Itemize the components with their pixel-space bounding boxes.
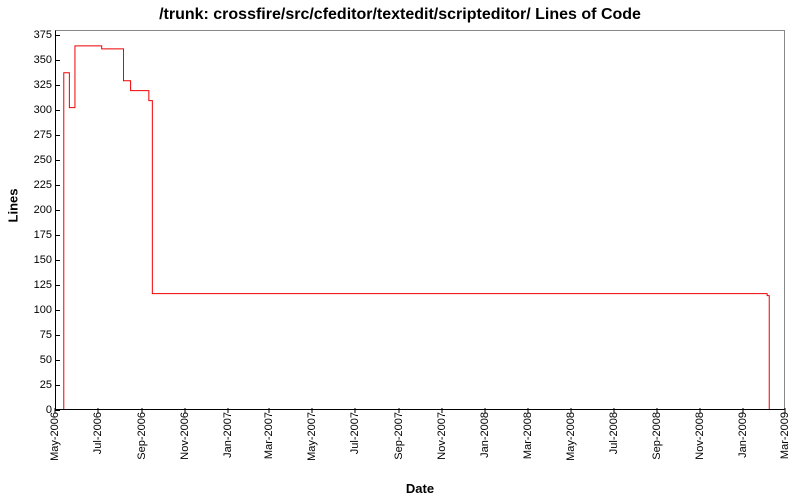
y-tick: 175	[12, 229, 52, 241]
y-tick: 50	[12, 354, 52, 366]
y-tick: 250	[12, 154, 52, 166]
y-tick: 275	[12, 129, 52, 141]
x-tick: Mar-2007	[263, 412, 275, 459]
x-tick: Jul-2008	[608, 412, 620, 454]
y-tick: 200	[12, 204, 52, 216]
x-tick: Sep-2008	[651, 412, 663, 460]
y-tick: 150	[12, 254, 52, 266]
x-tick: Jul-2006	[92, 412, 104, 454]
y-tick: 0	[12, 404, 52, 416]
data-line	[56, 31, 784, 409]
x-tick: Jan-2007	[222, 412, 234, 458]
x-tick: Sep-2007	[393, 412, 405, 460]
x-tick: Nov-2008	[694, 412, 706, 460]
x-tick: May-2006	[49, 412, 61, 461]
x-tick: Jan-2008	[479, 412, 491, 458]
y-tick: 25	[12, 379, 52, 391]
x-tick: Mar-2009	[779, 412, 791, 459]
x-tick: Nov-2006	[179, 412, 191, 460]
x-tick: Nov-2007	[436, 412, 448, 460]
x-tick: Sep-2006	[136, 412, 148, 460]
x-tick: Mar-2008	[522, 412, 534, 459]
y-tick: 375	[12, 29, 52, 41]
y-tick: 325	[12, 79, 52, 91]
y-tick: 75	[12, 329, 52, 341]
plot-area	[55, 30, 785, 410]
chart-title: /trunk: crossfire/src/cfeditor/textedit/…	[0, 6, 800, 24]
y-tick: 300	[12, 104, 52, 116]
y-tick: 350	[12, 54, 52, 66]
x-tick: Jan-2009	[737, 412, 749, 458]
y-tick: 225	[12, 179, 52, 191]
x-tick: Jul-2007	[349, 412, 361, 454]
x-tick: May-2008	[565, 412, 577, 461]
chart-container: /trunk: crossfire/src/cfeditor/textedit/…	[0, 0, 800, 500]
x-axis-label: Date	[55, 481, 785, 496]
y-tick: 100	[12, 304, 52, 316]
x-tick: May-2007	[306, 412, 318, 461]
y-tick: 125	[12, 279, 52, 291]
